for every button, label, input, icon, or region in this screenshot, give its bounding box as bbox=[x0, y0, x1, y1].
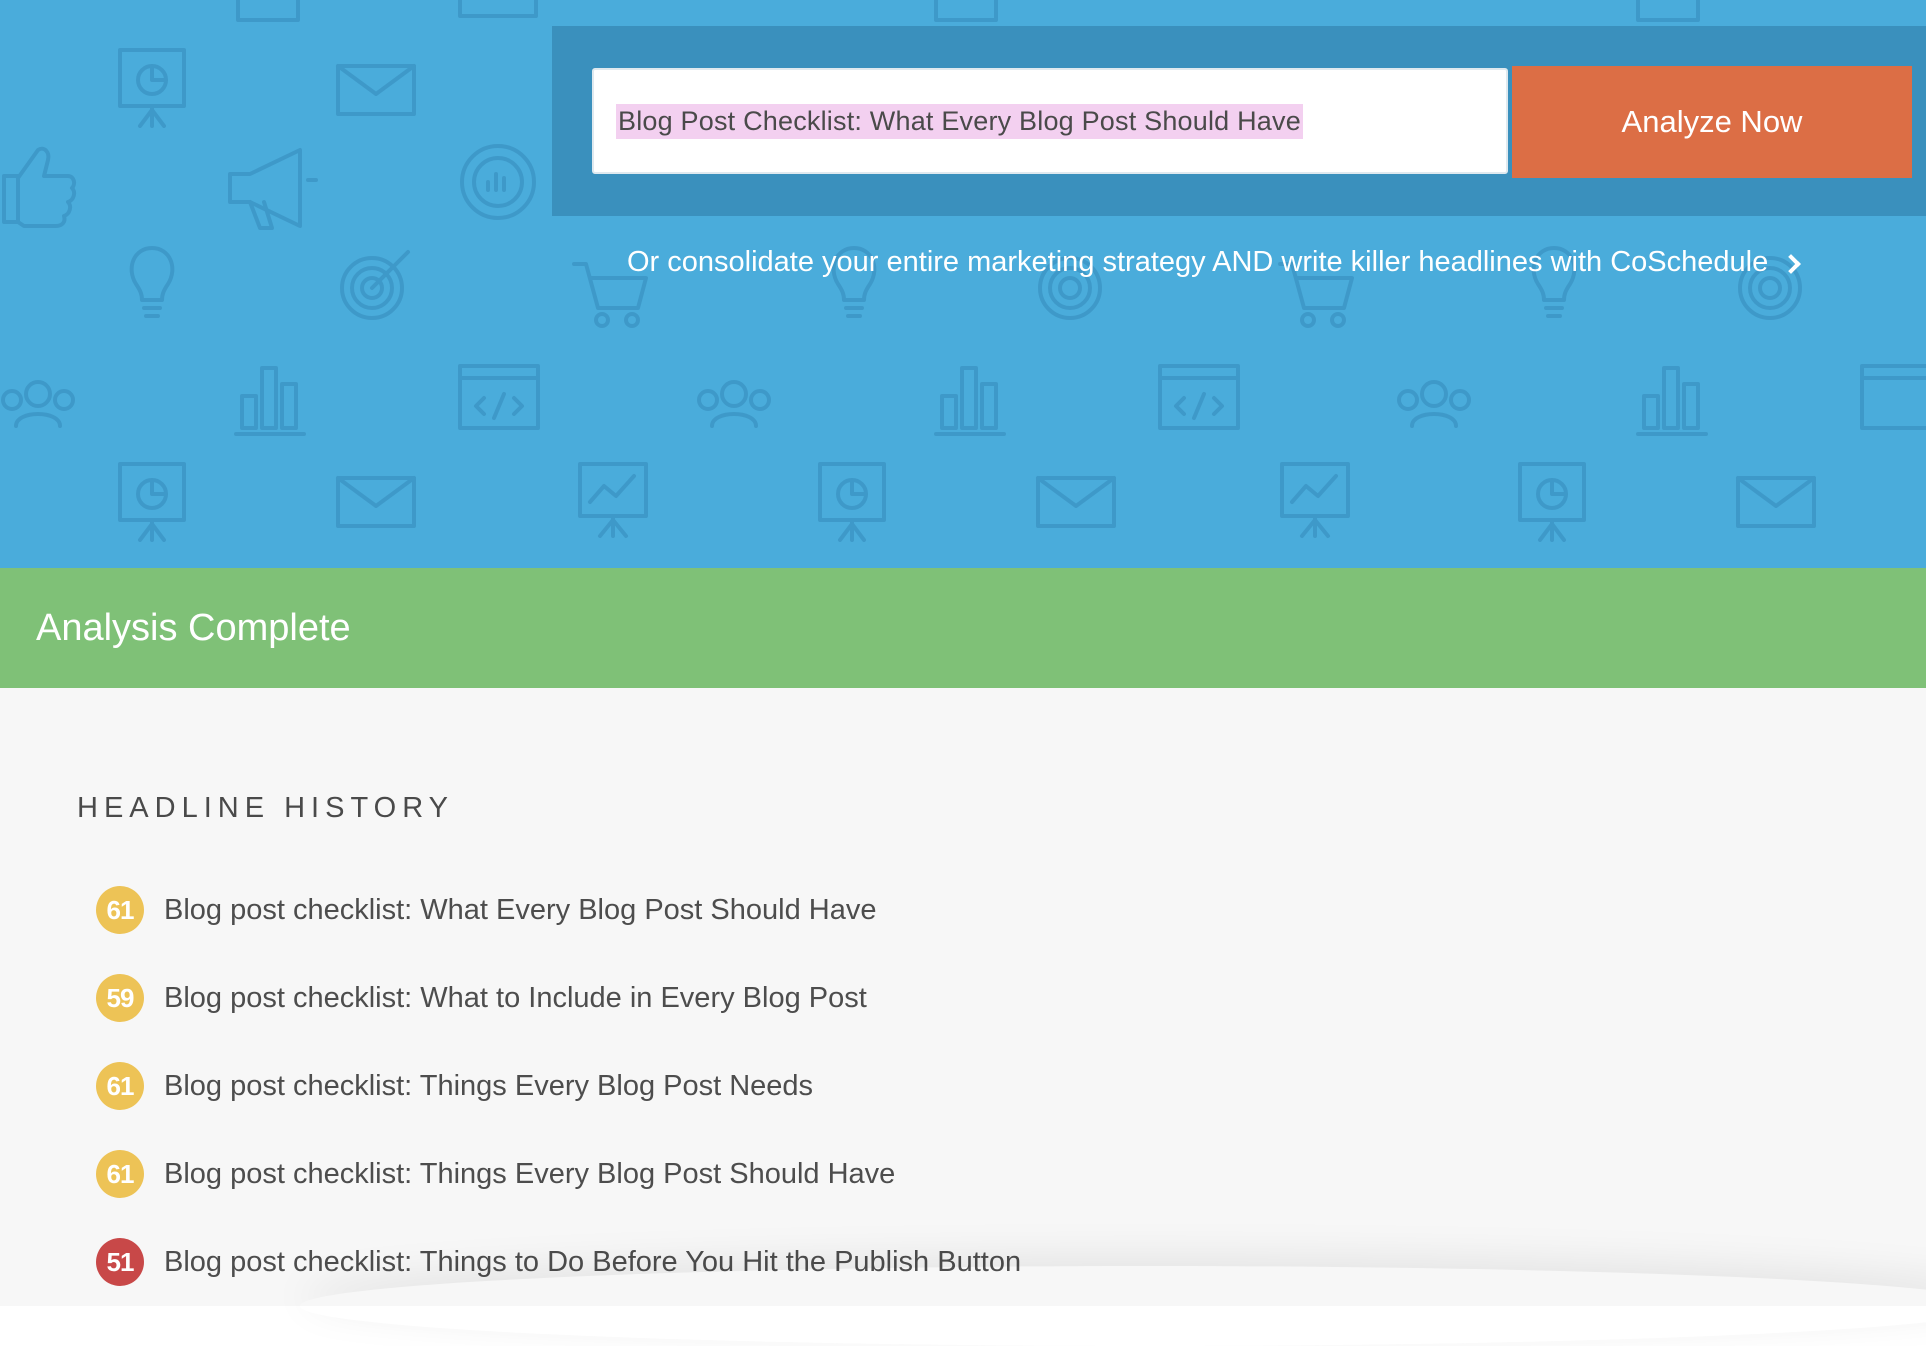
score-badge: 61 bbox=[96, 1150, 144, 1198]
chevron-right-icon bbox=[1781, 253, 1802, 274]
headline-input[interactable]: Blog Post Checklist: What Every Blog Pos… bbox=[592, 68, 1508, 174]
envelope-icon bbox=[336, 64, 416, 116]
code-window-icon bbox=[458, 364, 540, 430]
people-icon bbox=[1, 380, 75, 428]
score-badge: 59 bbox=[96, 974, 144, 1022]
analytics-circle-icon bbox=[460, 144, 536, 220]
history-headline[interactable]: Blog post checklist: What to Include in … bbox=[164, 982, 867, 1015]
history-headline[interactable]: Blog post checklist: Things Every Blog P… bbox=[164, 1070, 813, 1103]
thumbs-up-icon bbox=[2, 146, 77, 228]
presentation-icon bbox=[118, 462, 186, 542]
history-item[interactable]: 59 Blog post checklist: What to Include … bbox=[96, 954, 1021, 1042]
bar-chart-icon bbox=[934, 0, 998, 22]
envelope-icon bbox=[1736, 476, 1816, 528]
history-headline[interactable]: Blog post checklist: What Every Blog Pos… bbox=[164, 894, 876, 927]
headline-history-title: HEADLINE HISTORY bbox=[77, 792, 454, 824]
envelope-icon bbox=[1036, 476, 1116, 528]
hero-banner: Blog Post Checklist: What Every Blog Pos… bbox=[0, 0, 1926, 568]
bar-chart-icon bbox=[234, 366, 306, 436]
code-window-icon bbox=[1860, 364, 1926, 430]
trend-board-icon bbox=[578, 462, 648, 538]
presentation-icon bbox=[1518, 462, 1586, 542]
history-headline[interactable]: Blog post checklist: Things Every Blog P… bbox=[164, 1158, 895, 1191]
history-headline[interactable]: Blog post checklist: Things to Do Before… bbox=[164, 1246, 1021, 1279]
bar-chart-icon bbox=[1636, 0, 1700, 22]
people-icon bbox=[697, 380, 771, 428]
target-icon bbox=[340, 250, 410, 320]
envelope-icon bbox=[458, 0, 538, 18]
history-item[interactable]: 61 Blog post checklist: What Every Blog … bbox=[96, 866, 1021, 954]
history-item[interactable]: 61 Blog post checklist: Things Every Blo… bbox=[96, 1042, 1021, 1130]
code-window-icon bbox=[1158, 364, 1240, 430]
analysis-status-bar: Analysis Complete bbox=[0, 568, 1926, 688]
presentation-icon bbox=[118, 48, 186, 128]
analyze-now-button[interactable]: Analyze Now bbox=[1512, 66, 1912, 178]
headline-input-value[interactable]: Blog Post Checklist: What Every Blog Pos… bbox=[616, 103, 1303, 139]
lightbulb-icon bbox=[129, 246, 175, 318]
envelope-icon bbox=[336, 476, 416, 528]
score-badge: 61 bbox=[96, 886, 144, 934]
headline-history-section: HEADLINE HISTORY 61 Blog post checklist:… bbox=[0, 688, 1926, 1306]
headline-history-list: 61 Blog post checklist: What Every Blog … bbox=[96, 866, 1021, 1306]
megaphone-icon bbox=[228, 148, 318, 230]
score-badge: 51 bbox=[96, 1238, 144, 1286]
bar-chart-icon bbox=[1636, 366, 1708, 436]
coschedule-promo-link[interactable]: Or consolidate your entire marketing str… bbox=[627, 246, 1802, 279]
history-item[interactable]: 51 Blog post checklist: Things to Do Bef… bbox=[96, 1218, 1021, 1306]
analysis-status-text: Analysis Complete bbox=[36, 606, 351, 649]
people-icon bbox=[1397, 380, 1471, 428]
search-panel: Blog Post Checklist: What Every Blog Pos… bbox=[552, 26, 1926, 216]
history-item[interactable]: 61 Blog post checklist: Things Every Blo… bbox=[96, 1130, 1021, 1218]
trend-board-icon bbox=[1280, 462, 1350, 538]
promo-link-text: Or consolidate your entire marketing str… bbox=[627, 246, 1769, 278]
score-badge: 61 bbox=[96, 1062, 144, 1110]
bar-chart-icon bbox=[236, 0, 300, 22]
bar-chart-icon bbox=[934, 366, 1006, 436]
presentation-icon bbox=[818, 462, 886, 542]
